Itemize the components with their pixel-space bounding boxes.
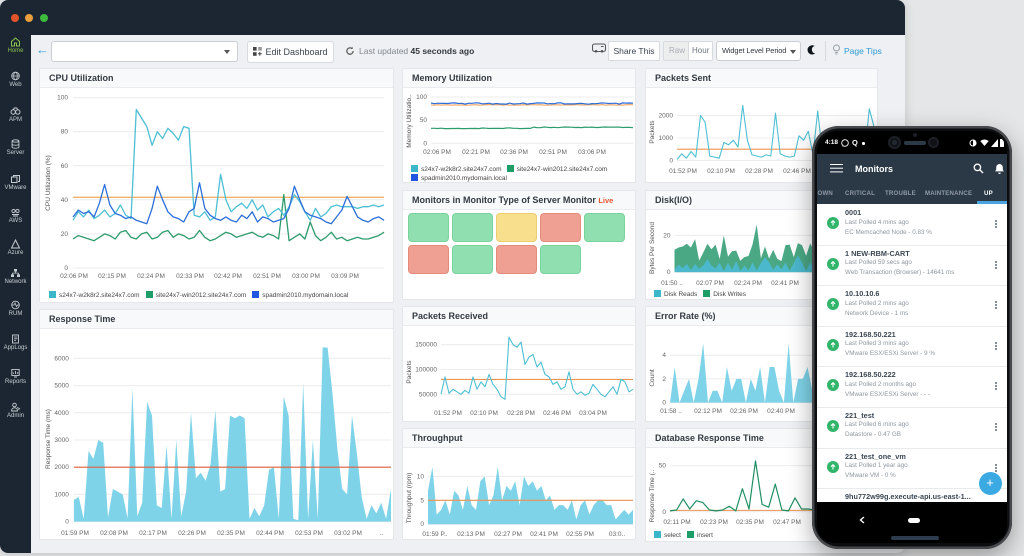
svg-text:0: 0	[662, 509, 666, 516]
svg-text:02:08 PM: 02:08 PM	[100, 530, 128, 537]
svg-text:02:36 PM: 02:36 PM	[500, 149, 528, 156]
svg-text:2000: 2000	[659, 113, 674, 120]
svg-text:02:33 PM: 02:33 PM	[176, 273, 204, 280]
svg-text:02:10 PM: 02:10 PM	[707, 168, 735, 175]
svg-text:02:46 PM: 02:46 PM	[543, 410, 571, 417]
svg-text:02:10 PM: 02:10 PM	[470, 410, 498, 417]
svg-text:50000: 50000	[419, 391, 437, 398]
svg-text:02:12 PM: 02:12 PM	[694, 408, 722, 415]
svg-text:50: 50	[420, 117, 428, 124]
svg-text:2: 2	[662, 376, 666, 383]
svg-text:40: 40	[61, 197, 69, 204]
svg-text:02:27 PM: 02:27 PM	[494, 531, 522, 538]
svg-text:02:35 PM: 02:35 PM	[217, 530, 245, 537]
svg-text:20: 20	[663, 232, 671, 239]
svg-text:02:07 PM: 02:07 PM	[696, 280, 724, 287]
svg-text:0: 0	[669, 158, 673, 165]
svg-text:0: 0	[662, 400, 666, 407]
svg-text:Memory Utilizatio..: Memory Utilizatio..	[406, 94, 413, 148]
svg-text:01:52 PM: 01:52 PM	[434, 410, 462, 417]
svg-text:03:06 PM: 03:06 PM	[578, 149, 606, 156]
svg-text:6000: 6000	[54, 355, 69, 362]
svg-text:02:28 PM: 02:28 PM	[507, 410, 535, 417]
svg-text:Count: Count	[649, 369, 656, 387]
svg-text:CPU Utilization (%): CPU Utilization (%)	[45, 155, 52, 211]
svg-text:02:06 PM: 02:06 PM	[423, 149, 451, 156]
svg-text:02:46 PM: 02:46 PM	[783, 168, 811, 175]
svg-text:02:26 PM: 02:26 PM	[178, 530, 206, 537]
svg-text:10: 10	[417, 473, 425, 480]
svg-text:03:0..: 03:0..	[609, 531, 625, 538]
svg-text:5: 5	[420, 497, 424, 504]
svg-text:02:06 PM: 02:06 PM	[60, 273, 88, 280]
svg-text:Response Time (..: Response Time (..	[649, 469, 656, 522]
svg-text:100: 100	[57, 95, 68, 102]
svg-text:02:40 PM: 02:40 PM	[767, 408, 795, 415]
svg-text:02:35 PM: 02:35 PM	[736, 519, 764, 526]
svg-text:02:23 PM: 02:23 PM	[700, 519, 728, 526]
svg-text:01:50 ..: 01:50 ..	[661, 280, 683, 287]
svg-text:02:47 PM: 02:47 PM	[773, 519, 801, 526]
svg-text:Throughput (rpm): Throughput (rpm)	[406, 473, 413, 524]
svg-text:03:09 PM: 03:09 PM	[331, 273, 359, 280]
svg-text:01:52 PM: 01:52 PM	[669, 168, 697, 175]
svg-text:02:26 PM: 02:26 PM	[730, 408, 758, 415]
svg-text:0: 0	[65, 519, 69, 526]
svg-text:0: 0	[423, 140, 427, 147]
svg-text:60: 60	[61, 163, 69, 170]
svg-text:Response Time (ms): Response Time (ms)	[45, 409, 52, 469]
svg-text:100000: 100000	[415, 367, 437, 374]
svg-text:02:51 PM: 02:51 PM	[539, 149, 567, 156]
svg-text:150000: 150000	[415, 342, 437, 349]
svg-text:02:53 PM: 02:53 PM	[295, 530, 323, 537]
svg-text:100: 100	[416, 94, 427, 101]
svg-text:02:13 PM: 02:13 PM	[457, 531, 485, 538]
svg-text:01:58 ..: 01:58 ..	[660, 408, 682, 415]
svg-text:02:55 PM: 02:55 PM	[566, 531, 594, 538]
svg-text:02:41 PM: 02:41 PM	[771, 280, 799, 287]
svg-text:Packets: Packets	[649, 120, 656, 144]
svg-text:Bytes Per Second: Bytes Per Second	[649, 222, 656, 274]
svg-text:01:59 PM: 01:59 PM	[61, 530, 89, 537]
svg-text:02:51 PM: 02:51 PM	[253, 273, 281, 280]
svg-text:03:00 PM: 03:00 PM	[292, 273, 320, 280]
svg-text:1000: 1000	[659, 135, 674, 142]
svg-text:02:15 PM: 02:15 PM	[98, 273, 126, 280]
svg-text:02:24 PM: 02:24 PM	[137, 273, 165, 280]
svg-text:03:02 PM: 03:02 PM	[334, 530, 362, 537]
svg-text:0: 0	[420, 521, 424, 528]
svg-text:02:28 PM: 02:28 PM	[745, 168, 773, 175]
svg-text:02:24 PM: 02:24 PM	[734, 280, 762, 287]
svg-text:02:21 PM: 02:21 PM	[462, 149, 490, 156]
svg-text:20: 20	[61, 231, 69, 238]
svg-text:4: 4	[662, 352, 666, 359]
svg-text:0: 0	[667, 269, 671, 276]
svg-text:4000: 4000	[54, 410, 69, 417]
svg-text:Packets: Packets	[406, 360, 413, 384]
svg-text:2000: 2000	[54, 464, 69, 471]
svg-text:02:11 PM: 02:11 PM	[663, 519, 690, 526]
svg-text:03:04 PM: 03:04 PM	[579, 410, 607, 417]
svg-text:02:17 PM: 02:17 PM	[139, 530, 167, 537]
svg-text:50: 50	[659, 463, 667, 470]
svg-text:5000: 5000	[54, 383, 69, 390]
svg-text:0: 0	[64, 265, 68, 272]
svg-text:1000: 1000	[54, 491, 69, 498]
svg-text:3000: 3000	[54, 437, 69, 444]
svg-text:..: ..	[380, 530, 384, 537]
svg-text:02:41 PM: 02:41 PM	[530, 531, 558, 538]
svg-text:01:59 P..: 01:59 P..	[422, 531, 447, 538]
svg-text:02:44 PM: 02:44 PM	[256, 530, 284, 537]
svg-text:80: 80	[61, 129, 69, 136]
svg-text:02:42 PM: 02:42 PM	[214, 273, 242, 280]
